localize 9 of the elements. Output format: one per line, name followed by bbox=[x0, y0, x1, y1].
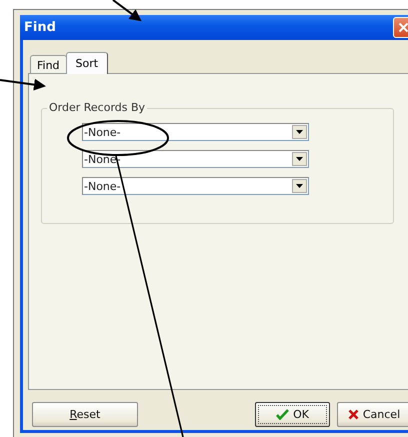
cancel-button[interactable]: Cancel bbox=[337, 402, 408, 427]
tab[interactable]: Find bbox=[30, 55, 67, 73]
tab[interactable]: Sort bbox=[66, 52, 108, 74]
window-title: Find bbox=[24, 20, 56, 35]
sort-dropdown[interactable]: -None- bbox=[82, 177, 309, 195]
reset-button[interactable]: Reset bbox=[32, 402, 138, 427]
ok-button[interactable]: OK bbox=[255, 402, 330, 427]
group-label: Order Records By bbox=[47, 101, 148, 114]
sort-dropdown[interactable]: -None- bbox=[82, 123, 309, 141]
